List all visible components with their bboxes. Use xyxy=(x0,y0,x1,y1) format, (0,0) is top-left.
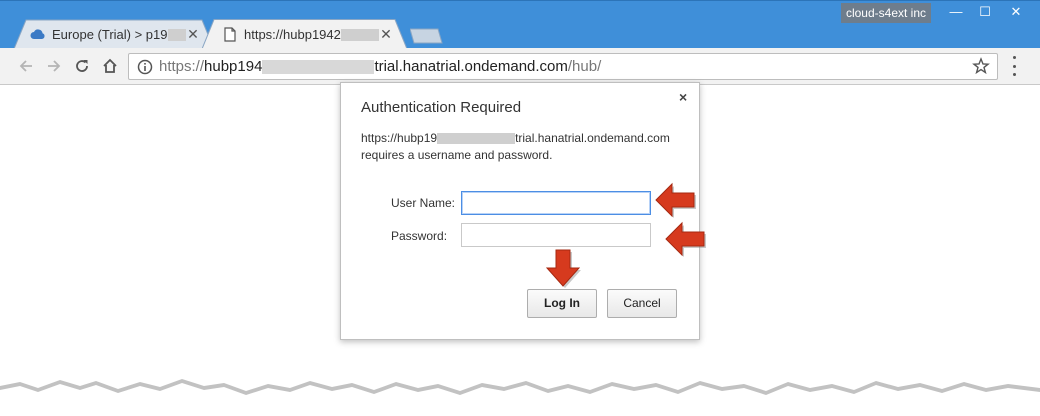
tab-close-icon[interactable]: ✕ xyxy=(379,26,393,43)
new-tab-icon xyxy=(410,28,443,44)
forward-arrow-icon xyxy=(48,60,61,72)
window-close-button[interactable]: ✕ xyxy=(1001,1,1031,23)
forward-button[interactable] xyxy=(42,54,66,78)
home-icon xyxy=(103,58,117,73)
profile-badge[interactable]: cloud-s4ext inc xyxy=(841,3,931,23)
login-button[interactable]: Log In xyxy=(527,289,597,318)
page-icon xyxy=(222,26,238,42)
url-text[interactable]: https://hubp194 trial.hanatrial.ondemand.… xyxy=(159,58,601,75)
username-label: User Name: xyxy=(391,196,456,210)
reload-icon xyxy=(76,60,88,72)
tab-close-icon[interactable]: ✕ xyxy=(186,26,200,43)
torn-edge-decoration xyxy=(0,379,1040,416)
tab-title: https://hubp1942 xyxy=(244,27,379,42)
redacted-text xyxy=(437,133,516,145)
address-bar[interactable]: https://hubp194 trial.hanatrial.ondemand.… xyxy=(128,53,998,80)
redacted-text xyxy=(340,29,379,42)
home-button[interactable] xyxy=(98,54,122,78)
browser-menu-icon[interactable] xyxy=(1006,56,1022,76)
browser-toolbar: https://hubp194 trial.hanatrial.ondemand.… xyxy=(0,48,1040,85)
new-tab-button[interactable] xyxy=(410,19,446,49)
redacted-text xyxy=(167,29,186,42)
cancel-button[interactable]: Cancel xyxy=(607,289,677,318)
annotation-arrow-left-icon xyxy=(665,221,706,257)
password-input[interactable] xyxy=(461,223,651,247)
username-input[interactable] xyxy=(461,191,651,215)
dialog-close-icon[interactable]: × xyxy=(679,89,687,105)
back-button[interactable] xyxy=(14,54,38,78)
minimize-button[interactable]: — xyxy=(941,1,971,23)
site-info-icon[interactable] xyxy=(137,59,153,75)
reload-button[interactable] xyxy=(70,54,94,78)
auth-dialog: Authentication Required × https://hubp19… xyxy=(340,82,700,340)
back-arrow-icon xyxy=(19,60,32,72)
cloud-icon xyxy=(30,26,46,42)
redacted-text xyxy=(262,60,375,75)
bookmark-star-icon[interactable] xyxy=(972,57,990,75)
maximize-button[interactable]: ☐ xyxy=(970,1,1000,23)
tab-europe-trial[interactable]: Europe (Trial) > p19 ✕ xyxy=(14,19,214,49)
password-label: Password: xyxy=(391,229,448,243)
title-bar: cloud-s4ext inc — ☐ ✕ Europe (Trial) > p… xyxy=(0,0,1040,49)
dialog-title: Authentication Required xyxy=(361,99,522,116)
annotation-arrow-down-icon xyxy=(545,249,581,288)
annotation-arrow-left-icon xyxy=(655,182,696,218)
browser-window: cloud-s4ext inc — ☐ ✕ Europe (Trial) > p… xyxy=(0,0,1040,416)
dialog-message: https://hubp19 trial.hanatrial.ondemand.c… xyxy=(361,131,670,162)
tab-hubp-active[interactable]: https://hubp1942 ✕ xyxy=(202,19,407,49)
tab-title: Europe (Trial) > p19 xyxy=(52,27,186,42)
